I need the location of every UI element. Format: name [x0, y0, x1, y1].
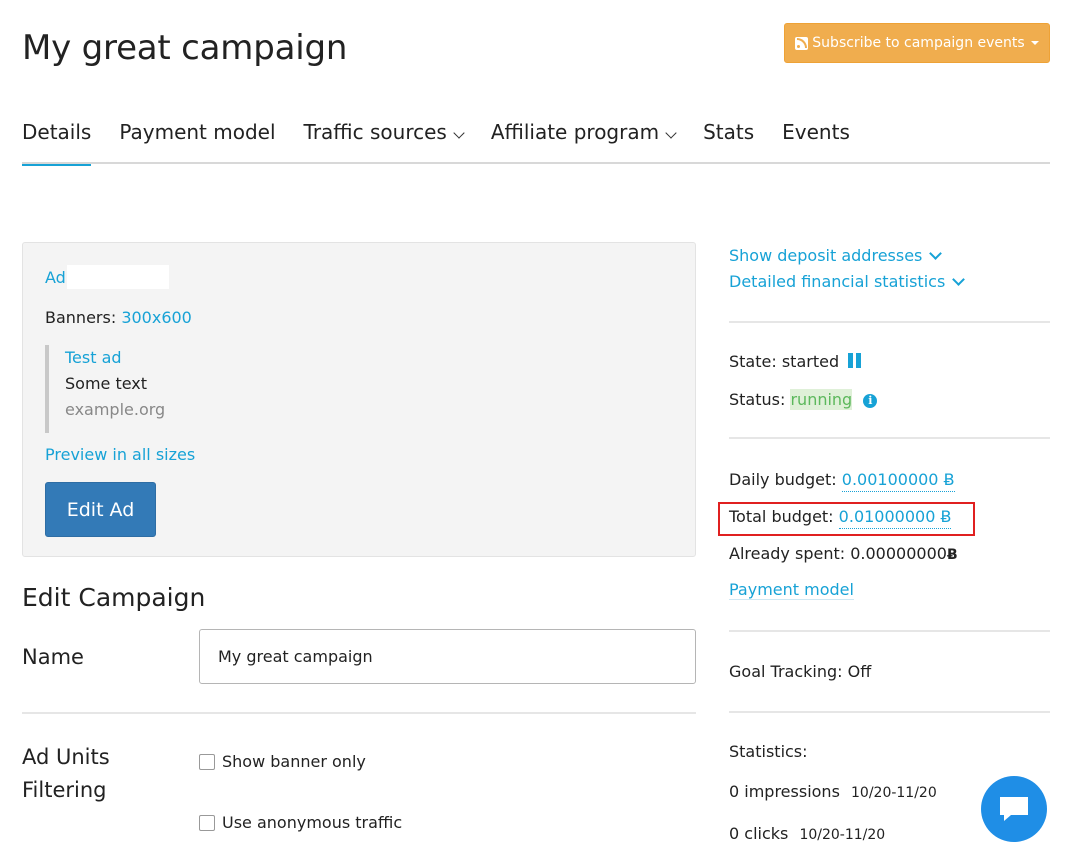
ad-units-filtering-label: Ad Units Filtering [22, 745, 110, 802]
banners-label: Banners: [45, 308, 117, 327]
financial-link-label: Detailed financial statistics [729, 272, 946, 291]
tab-label: Traffic sources [303, 120, 447, 144]
clicks-line: 0 clicks 10/20-11/20 [729, 824, 885, 843]
daily-budget-value[interactable]: 0.00100000 Ƀ [841, 470, 955, 492]
daily-budget-line: Daily budget: 0.00100000 Ƀ [729, 470, 955, 492]
chevron-down-icon [929, 246, 943, 260]
chevron-down-icon [453, 127, 465, 139]
campaign-tabs: Details Payment model Traffic sources Af… [22, 110, 1050, 166]
preview-all-sizes-link[interactable]: Preview in all sizes [45, 445, 195, 464]
banners-line: Banners: 300x600 [45, 308, 192, 327]
already-spent-value: 0.00000000 [850, 544, 947, 563]
show-deposit-addresses-link[interactable]: Show deposit addresses [729, 246, 1050, 265]
ad-url: example.org [65, 400, 166, 419]
anonymous-traffic-label[interactable]: Use anonymous traffic [222, 813, 402, 832]
subscribe-label: Subscribe to campaign events [812, 35, 1025, 51]
tab-details[interactable]: Details [22, 110, 92, 166]
banner-size-link[interactable]: 300x600 [121, 308, 192, 327]
ad-preview: Test ad Some text example.org [45, 345, 165, 433]
page-title: My great campaign [22, 28, 348, 68]
status-label: Status: [729, 390, 786, 409]
status-badge: running [790, 389, 853, 410]
impressions-count: 0 impressions [729, 782, 840, 801]
subscribe-campaign-events-button[interactable]: Subscribe to campaign events [784, 23, 1050, 63]
tab-label: Stats [703, 120, 755, 144]
tab-stats[interactable]: Stats [703, 110, 754, 164]
tab-label: Events [782, 120, 850, 144]
payment-model-link[interactable]: Payment model [729, 580, 854, 600]
ad-panel: Ad Banners: 300x600 Test ad Some text ex… [22, 242, 696, 557]
ad-name-redacted [67, 265, 169, 289]
chat-icon [1000, 797, 1028, 821]
campaign-name-input[interactable] [199, 629, 696, 684]
sidebar-links: Show deposit addresses Detailed financia… [729, 246, 1050, 291]
daily-budget-label: Daily budget: [729, 470, 837, 489]
divider [729, 321, 1050, 323]
chat-button[interactable] [981, 776, 1047, 842]
caret-down-icon [1030, 41, 1039, 45]
detailed-financial-statistics-link[interactable]: Detailed financial statistics [729, 272, 1050, 291]
tab-events[interactable]: Events [782, 110, 850, 164]
divider [729, 630, 1050, 632]
svg-text:Ƀ: Ƀ [947, 547, 958, 561]
rss-icon [795, 36, 809, 50]
anonymous-traffic-row: Use anonymous traffic [199, 813, 402, 832]
tab-affiliate-program[interactable]: Affiliate program [490, 110, 677, 164]
ad-link[interactable]: Ad [45, 268, 66, 287]
impressions-line: 0 impressions 10/20-11/20 [729, 782, 937, 801]
anonymous-traffic-checkbox[interactable] [199, 814, 215, 831]
bitcoin-icon: Ƀ [947, 547, 958, 563]
tab-traffic-sources[interactable]: Traffic sources [303, 110, 465, 164]
show-banner-only-checkbox[interactable] [199, 753, 215, 770]
info-icon[interactable]: i [863, 394, 878, 408]
goal-tracking: Goal Tracking: Off [729, 662, 872, 681]
statistics-label: Statistics: [729, 742, 808, 761]
tab-label: Affiliate program [490, 120, 660, 144]
ad-title[interactable]: Test ad [65, 345, 165, 371]
already-spent-label: Already spent: [729, 544, 846, 563]
state-line: State: started [729, 352, 862, 371]
show-banner-only-row: Show banner only [199, 752, 366, 771]
edit-campaign-heading: Edit Campaign [22, 583, 206, 612]
show-banner-only-label[interactable]: Show banner only [222, 752, 366, 771]
pause-icon[interactable] [848, 353, 862, 368]
clicks-count: 0 clicks [729, 824, 789, 843]
tab-label: Details [22, 120, 92, 144]
edit-ad-button[interactable]: Edit Ad [45, 482, 156, 537]
divider [729, 711, 1050, 713]
impressions-date-range: 10/20-11/20 [851, 785, 937, 801]
clicks-date-range: 10/20-11/20 [799, 827, 886, 843]
divider [22, 712, 696, 714]
ad-text: Some text [65, 374, 148, 393]
state-label: State: started [729, 352, 840, 371]
chevron-down-icon [665, 127, 677, 139]
deposit-link-label: Show deposit addresses [729, 246, 923, 265]
tab-payment-model[interactable]: Payment model [119, 110, 275, 164]
status-line: Status: running i [729, 389, 878, 410]
already-spent-line: Already spent: 0.00000000 Ƀ [729, 544, 958, 563]
chevron-down-icon [952, 272, 966, 286]
total-budget-highlight [718, 502, 975, 536]
divider [729, 437, 1050, 439]
name-label: Name [22, 645, 84, 669]
tab-label: Payment model [119, 120, 276, 144]
